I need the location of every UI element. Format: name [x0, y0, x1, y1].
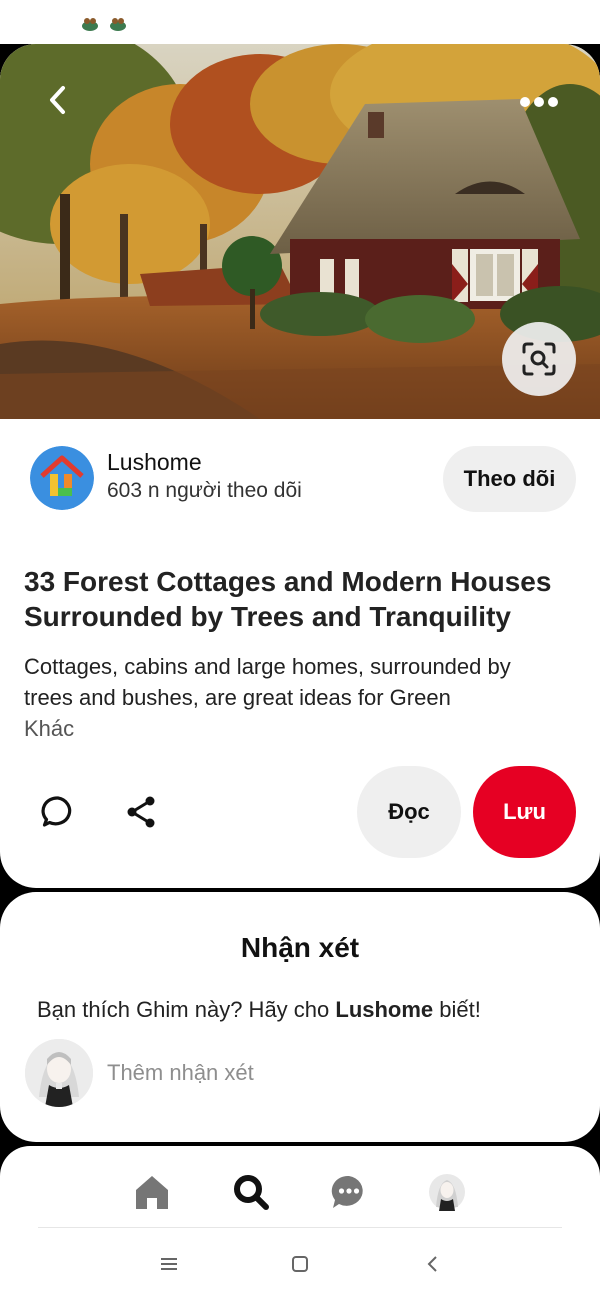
author-name[interactable]: Lushome [107, 449, 202, 476]
home-icon [136, 1176, 168, 1209]
read-button[interactable]: Đọc [357, 766, 461, 858]
user-avatar [25, 1039, 93, 1107]
nav-messages[interactable] [325, 1168, 373, 1216]
back-icon [427, 1256, 437, 1272]
author-row: Lushome 603 n người theo dõi Theo dõi [0, 444, 600, 514]
comments-prompt: Bạn thích Ghim này? Hãy cho Lushome biết… [37, 997, 481, 1023]
pin-description: Cottages, cabins and large homes, surrou… [24, 651, 564, 744]
share-button[interactable] [116, 787, 166, 837]
comment-icon [41, 796, 72, 827]
search-icon [234, 1175, 269, 1210]
visual-search-icon [522, 342, 556, 376]
comments-prompt-author: Lushome [335, 997, 434, 1022]
more-options-button[interactable] [512, 84, 566, 120]
pin-title: 33 Forest Cottages and Modern Houses Sur… [24, 566, 552, 632]
recent-apps-icon [161, 1258, 177, 1270]
nav-divider [38, 1227, 562, 1228]
back-button[interactable] [38, 80, 78, 120]
more-link[interactable]: Khác [24, 713, 564, 744]
system-back-button[interactable] [414, 1250, 450, 1278]
nav-home[interactable] [128, 1168, 176, 1216]
save-button[interactable]: Lưu [473, 766, 576, 858]
comments-heading: Nhận xét [240, 932, 360, 963]
home-button-icon [292, 1256, 308, 1272]
pin-description-text: Cottages, cabins and large homes, surrou… [24, 654, 511, 710]
messages-icon [331, 1175, 363, 1208]
comments-card: Nhận xét Bạn thích Ghim này? Hãy cho Lus… [0, 892, 600, 1142]
comments-prompt-suffix: biết! [433, 997, 481, 1022]
nav-search[interactable] [227, 1168, 275, 1216]
recent-apps-button[interactable] [151, 1250, 187, 1278]
pin-card: Lushome 603 n người theo dõi Theo dõi 33… [0, 44, 600, 888]
pin-image[interactable] [0, 44, 600, 419]
more-horizontal-icon [520, 97, 558, 107]
action-row: Đọc Lưu [0, 766, 600, 860]
follow-button[interactable]: Theo dõi [443, 446, 576, 512]
profile-avatar [429, 1174, 465, 1211]
notification-icon [109, 15, 127, 33]
chevron-left-icon [50, 86, 65, 114]
comment-input[interactable] [107, 1056, 547, 1090]
author-avatar[interactable] [30, 446, 94, 510]
notification-icon [81, 15, 99, 33]
visual-search-button[interactable] [502, 322, 576, 396]
comment-button[interactable] [33, 787, 83, 837]
follower-count: 603 n người theo dõi [107, 479, 302, 502]
nav-profile[interactable] [423, 1168, 471, 1216]
bottom-nav [0, 1146, 600, 1300]
comments-prompt-prefix: Bạn thích Ghim này? Hãy cho [37, 997, 336, 1022]
status-bar [0, 0, 600, 44]
share-icon [127, 796, 155, 828]
system-home-button[interactable] [282, 1250, 318, 1278]
